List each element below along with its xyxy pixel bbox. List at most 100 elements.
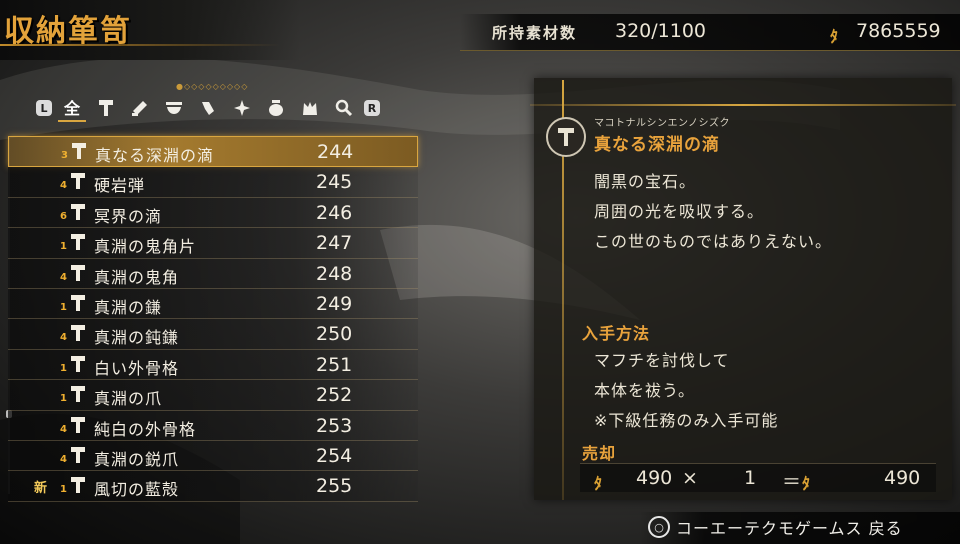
item-number: 244 <box>317 141 354 163</box>
item-name: 冥界の滴 <box>94 206 163 226</box>
item-number: 252 <box>316 384 353 407</box>
pot-icon <box>269 100 283 116</box>
amrita-coin-icon: ﾀ <box>830 27 839 46</box>
obtain-line: マフチを討伐して <box>594 351 730 370</box>
rarity-number: 4 <box>60 332 67 344</box>
item-name: 硬岩弾 <box>94 176 146 196</box>
item-name: 白い外骨格 <box>94 358 180 378</box>
rarity-number: 4 <box>60 180 67 192</box>
rarity-number: 4 <box>60 453 67 465</box>
rarity-number: 4 <box>60 271 67 283</box>
item-name: 真淵の鎌 <box>94 297 163 317</box>
bowl-icon <box>166 102 182 114</box>
sparkle-icon <box>234 100 250 116</box>
times-sign: × <box>682 467 698 489</box>
rarity-number: 6 <box>60 210 67 222</box>
obtain-line: ※下級任務のみ入手可能 <box>594 411 779 430</box>
hammer-icon <box>71 416 85 433</box>
item-number: 247 <box>316 232 353 255</box>
new-badge: 新 <box>34 481 48 497</box>
list-item[interactable]: 1 真淵の爪 252 <box>8 380 418 411</box>
item-number: 251 <box>316 353 353 376</box>
material-list: 3 真なる深淵の滴 244 4 硬岩弾 245 6 冥界の滴 246 1 真淵の鬼角片 247 4 真淵の… <box>8 136 418 502</box>
money-value: 7865559 <box>856 20 941 42</box>
tab-forge-tools[interactable] <box>126 95 154 121</box>
amrita-coin-icon: ﾀ <box>802 474 811 493</box>
list-item[interactable]: 4 硬岩弾 245 <box>8 167 418 198</box>
tab-sparkle[interactable] <box>228 95 256 121</box>
materials-label: 所持素材数 <box>492 24 578 42</box>
tab-magnifier[interactable] <box>330 95 358 121</box>
hammer-icon <box>71 386 85 403</box>
rarity-number: 3 <box>61 150 68 161</box>
item-name: 風切の藍殻 <box>94 480 180 500</box>
tab-pot[interactable] <box>262 95 290 121</box>
amrita-coin-icon: ﾀ <box>594 474 603 493</box>
equals-sign: ＝ <box>782 471 802 493</box>
item-number: 254 <box>316 444 353 467</box>
rarity-number: 1 <box>60 301 67 313</box>
tab-tassel[interactable] <box>194 95 222 121</box>
rarity-number: 1 <box>60 362 67 374</box>
category-tabs: L 全 R <box>36 94 398 122</box>
hammer-icon <box>99 100 113 116</box>
description-line: この世のものではありえない。 <box>594 232 833 251</box>
item-name: 真なる深淵の滴 <box>95 146 215 165</box>
rarity-number: 4 <box>60 423 67 435</box>
list-item[interactable]: 3 真なる深淵の滴 244 <box>8 136 418 168</box>
hammer-icon <box>72 143 86 159</box>
item-name: 真淵の鬼角片 <box>94 237 197 257</box>
materials-count: 320/1100 <box>615 20 707 42</box>
tab-hammer[interactable] <box>92 95 120 121</box>
sell-heading: 売却 <box>582 444 617 463</box>
item-name: 真淵の爪 <box>94 389 163 409</box>
list-item[interactable]: 6 冥界の滴 246 <box>8 197 418 229</box>
list-item[interactable]: 4 真淵の鈍鎌 250 <box>8 319 418 350</box>
hammer-icon <box>71 234 85 251</box>
back-button-label[interactable]: コーエーテクモゲームス 戻る <box>676 515 903 539</box>
tab-all[interactable]: 全 <box>58 94 86 122</box>
list-item[interactable]: 1 真淵の鬼角片 247 <box>8 228 418 259</box>
hammer-icon <box>71 325 85 342</box>
hammer-icon <box>71 355 85 372</box>
title-underline <box>0 44 280 46</box>
item-number: 246 <box>316 201 353 224</box>
tab-bowl[interactable] <box>160 95 188 121</box>
hammer-icon <box>71 203 85 220</box>
tab-pouch[interactable] <box>296 95 324 121</box>
tab-all-label: 全 <box>63 99 80 118</box>
magnifier-icon <box>335 99 353 117</box>
l-button[interactable]: L <box>36 100 52 116</box>
list-item[interactable]: 1 真淵の鎌 249 <box>8 288 418 320</box>
sell-total: 490 <box>884 467 921 489</box>
list-item[interactable]: 4 真淵の鋭爪 254 <box>8 440 418 472</box>
hammer-icon <box>71 477 85 494</box>
list-item[interactable]: 1 白い外骨格 251 <box>8 349 418 381</box>
item-reading: マコトナルシンエンノシズク <box>594 118 730 129</box>
description-line: 周囲の光を吸収する。 <box>594 202 765 221</box>
hammer-icon <box>71 264 85 281</box>
item-name: 純白の外骨格 <box>94 419 197 439</box>
obtain-line: 本体を祓う。 <box>594 381 696 400</box>
rarity-number: 1 <box>60 484 67 496</box>
description-line: 闇黒の宝石。 <box>594 172 697 191</box>
detail-item-icon <box>546 117 586 157</box>
title-banner: 収納箪笥 <box>0 0 300 60</box>
hammer-icon <box>71 173 85 190</box>
item-number: 255 <box>316 475 353 498</box>
circle-button-icon[interactable]: ○ <box>648 516 670 538</box>
page-indicator: ●◇◇◇◇◇◇◇◇◇ <box>176 82 249 91</box>
list-item[interactable]: 新 1 風切の藍殻 255 <box>8 471 418 502</box>
hammer-icon <box>71 294 85 311</box>
forge-tools-icon <box>132 101 147 116</box>
detail-top-rule <box>530 104 956 106</box>
hammer-icon <box>558 128 574 146</box>
r-button[interactable]: R <box>364 100 380 116</box>
item-number: 248 <box>316 262 353 285</box>
item-number: 250 <box>316 323 353 346</box>
item-number: 253 <box>316 414 353 437</box>
item-name-title: 真なる深淵の滴 <box>594 135 720 155</box>
rarity-number: 1 <box>60 241 67 253</box>
list-item[interactable]: 4 真淵の鬼角 248 <box>8 258 418 289</box>
list-item[interactable]: 4 純白の外骨格 253 <box>8 410 418 441</box>
